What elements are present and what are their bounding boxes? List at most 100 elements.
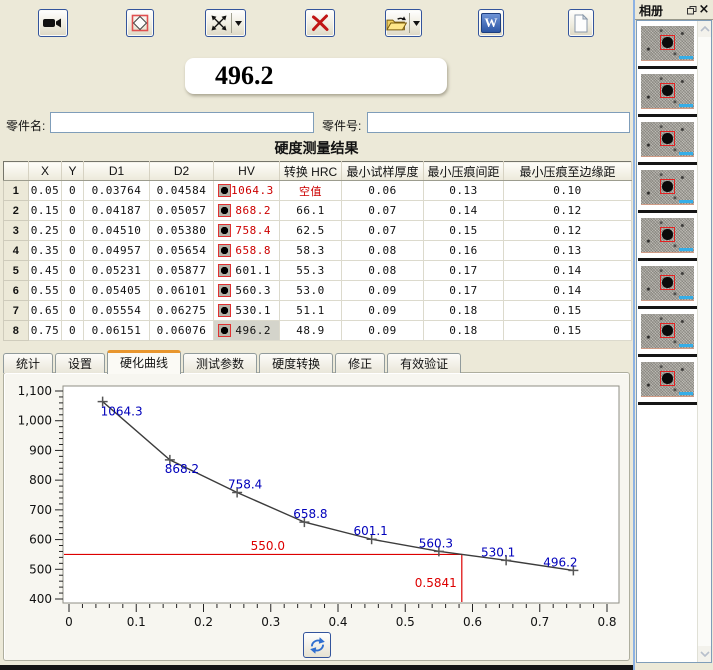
column-header[interactable]: 最小试样厚度 — [342, 162, 424, 181]
row-number[interactable]: 2 — [4, 201, 29, 221]
cell-d2[interactable]: 0.05380 — [150, 221, 214, 241]
cell-min_edge[interactable]: 0.12 — [504, 201, 632, 221]
cell-x[interactable]: 0.55 — [29, 281, 62, 301]
cell-min_thickness[interactable]: 0.07 — [342, 221, 424, 241]
column-header[interactable]: X — [29, 162, 62, 181]
export-word-button[interactable]: W — [478, 9, 504, 37]
cell-x[interactable]: 0.05 — [29, 181, 62, 201]
cell-d1[interactable]: 0.05231 — [84, 261, 150, 281]
cell-min_spacing[interactable]: 0.18 — [424, 321, 504, 341]
album-thumbnail[interactable] — [638, 21, 697, 69]
cell-min_thickness[interactable]: 0.09 — [342, 301, 424, 321]
column-header[interactable]: D2 — [150, 162, 214, 181]
cell-d2[interactable]: 0.06275 — [150, 301, 214, 321]
new-document-button[interactable] — [568, 9, 594, 37]
cell-y[interactable]: 0 — [62, 181, 84, 201]
cell-hrc[interactable]: 53.0 — [280, 281, 342, 301]
cell-hv[interactable]: 530.1 — [214, 301, 280, 321]
cell-min_spacing[interactable]: 0.17 — [424, 261, 504, 281]
cell-min_spacing[interactable]: 0.18 — [424, 301, 504, 321]
cell-d1[interactable]: 0.05405 — [84, 281, 150, 301]
tab-5[interactable]: 修正 — [335, 353, 385, 373]
tab-1[interactable]: 设置 — [55, 353, 105, 373]
cell-d2[interactable]: 0.05877 — [150, 261, 214, 281]
cell-d2[interactable]: 0.06076 — [150, 321, 214, 341]
cell-min_thickness[interactable]: 0.07 — [342, 201, 424, 221]
cell-y[interactable]: 0 — [62, 221, 84, 241]
cell-min_spacing[interactable]: 0.14 — [424, 201, 504, 221]
chevron-down-icon[interactable] — [412, 21, 421, 26]
tab-2[interactable]: 硬化曲线 — [107, 350, 181, 374]
tab-6[interactable]: 有效验证 — [387, 353, 461, 373]
cell-min_thickness[interactable]: 0.08 — [342, 261, 424, 281]
album-scrollbar[interactable] — [697, 21, 711, 662]
cell-min_spacing[interactable]: 0.16 — [424, 241, 504, 261]
scroll-up-button[interactable] — [698, 21, 711, 37]
album-thumbnail[interactable] — [638, 261, 697, 309]
cell-min_edge[interactable]: 0.10 — [504, 181, 632, 201]
cell-d1[interactable]: 0.04187 — [84, 201, 150, 221]
cell-y[interactable]: 0 — [62, 281, 84, 301]
album-thumbnail[interactable] — [638, 69, 697, 117]
cell-hrc[interactable]: 空值 — [280, 181, 342, 201]
cell-d1[interactable]: 0.03764 — [84, 181, 150, 201]
column-header[interactable]: 转换 HRC — [280, 162, 342, 181]
scroll-down-button[interactable] — [698, 646, 711, 662]
cell-min_edge[interactable]: 0.12 — [504, 221, 632, 241]
cell-min_edge[interactable]: 0.14 — [504, 261, 632, 281]
refresh-chart-button[interactable] — [303, 632, 331, 658]
column-header[interactable]: D1 — [84, 162, 150, 181]
chevron-down-icon[interactable] — [234, 21, 243, 26]
part-number-input[interactable] — [367, 112, 630, 133]
float-panel-button[interactable] — [686, 4, 698, 17]
cell-hrc[interactable]: 66.1 — [280, 201, 342, 221]
cell-min_spacing[interactable]: 0.13 — [424, 181, 504, 201]
cell-x[interactable]: 0.35 — [29, 241, 62, 261]
cell-min_thickness[interactable]: 0.09 — [342, 321, 424, 341]
cell-d2[interactable]: 0.06101 — [150, 281, 214, 301]
cell-min_edge[interactable]: 0.13 — [504, 241, 632, 261]
cell-min_thickness[interactable]: 0.06 — [342, 181, 424, 201]
camera-button[interactable] — [38, 9, 68, 37]
cell-d1[interactable]: 0.04957 — [84, 241, 150, 261]
cell-hrc[interactable]: 55.3 — [280, 261, 342, 281]
cell-x[interactable]: 0.25 — [29, 221, 62, 241]
tab-0[interactable]: 统计 — [3, 353, 53, 373]
column-header[interactable] — [4, 162, 29, 181]
cell-min_spacing[interactable]: 0.17 — [424, 281, 504, 301]
row-number[interactable]: 1 — [4, 181, 29, 201]
cell-hrc[interactable]: 48.9 — [280, 321, 342, 341]
row-number[interactable]: 8 — [4, 321, 29, 341]
album-thumbnail[interactable] — [638, 117, 697, 165]
row-number[interactable]: 7 — [4, 301, 29, 321]
cell-hv[interactable]: 1064.3 — [214, 181, 280, 201]
cell-hv[interactable]: 496.2 — [214, 321, 280, 341]
cell-hv[interactable]: 601.1 — [214, 261, 280, 281]
tab-3[interactable]: 测试参数 — [183, 353, 257, 373]
cell-min_edge[interactable]: 0.15 — [504, 321, 632, 341]
cell-d2[interactable]: 0.05057 — [150, 201, 214, 221]
part-name-input[interactable] — [50, 112, 314, 133]
album-thumbnail[interactable] — [638, 213, 697, 261]
cell-d1[interactable]: 0.04510 — [84, 221, 150, 241]
cell-y[interactable]: 0 — [62, 201, 84, 221]
cell-d2[interactable]: 0.04584 — [150, 181, 214, 201]
cell-d2[interactable]: 0.05654 — [150, 241, 214, 261]
cell-y[interactable]: 0 — [62, 241, 84, 261]
column-header[interactable]: 最小压痕至边缘距 — [504, 162, 632, 181]
album-thumbnail[interactable] — [638, 357, 697, 405]
column-header[interactable]: 最小压痕间距 — [424, 162, 504, 181]
tab-4[interactable]: 硬度转换 — [259, 353, 333, 373]
cell-hv[interactable]: 658.8 — [214, 241, 280, 261]
row-number[interactable]: 6 — [4, 281, 29, 301]
delete-button[interactable] — [305, 9, 335, 37]
cell-hrc[interactable]: 58.3 — [280, 241, 342, 261]
cell-x[interactable]: 0.45 — [29, 261, 62, 281]
cell-hv[interactable]: 758.4 — [214, 221, 280, 241]
close-panel-button[interactable]: × — [698, 4, 710, 17]
row-number[interactable]: 4 — [4, 241, 29, 261]
column-header[interactable]: HV — [214, 162, 280, 181]
cell-x[interactable]: 0.15 — [29, 201, 62, 221]
cell-min_thickness[interactable]: 0.09 — [342, 281, 424, 301]
cell-y[interactable]: 0 — [62, 301, 84, 321]
